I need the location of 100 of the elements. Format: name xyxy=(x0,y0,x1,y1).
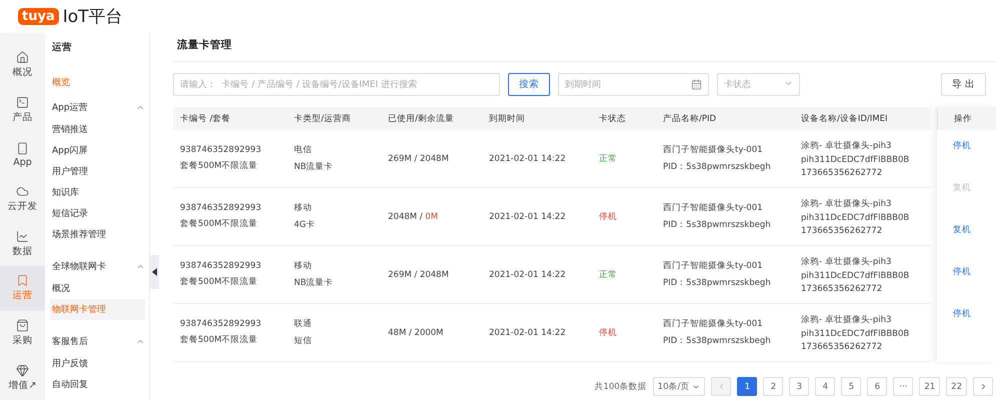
menu-group-title[interactable]: 客服售后 xyxy=(52,335,88,348)
chevron-up-icon[interactable] xyxy=(136,337,145,346)
collapse-handle[interactable] xyxy=(150,255,159,289)
menu-item[interactable]: 营销推送 xyxy=(50,119,145,140)
menu-group-title[interactable]: App运营 xyxy=(52,101,88,114)
export-button[interactable]: 导 出 xyxy=(940,73,986,96)
traffic-usage: 48M / 2000M xyxy=(388,328,444,338)
page-button[interactable]: ··· xyxy=(893,377,914,396)
carrier: 移动 xyxy=(294,202,313,214)
chevron-down-icon xyxy=(784,79,793,88)
total-count: 共100条数据 xyxy=(594,380,647,392)
section-title: 运营 xyxy=(52,41,73,55)
product-name: 西门子智能摄像头ty-001 xyxy=(663,144,764,156)
column-header: 到期时间 xyxy=(482,107,592,130)
page-button[interactable]: 2 xyxy=(763,377,784,396)
page-button[interactable]: 21 xyxy=(919,377,940,396)
search-field[interactable]: 请输入： 卡编号 / 产品编号 / 设备编号/设备IMEI 进行搜索 xyxy=(173,73,500,96)
plan-name: 套餐500M不限流量 xyxy=(180,160,259,172)
product-pid: PID：5s38pwmrszskbegh xyxy=(663,335,772,347)
menu-item[interactable]: 场景推荐管理 xyxy=(50,224,145,245)
date-field[interactable]: 到期时间 xyxy=(558,73,709,96)
traffic-usage: 269M / 2048M xyxy=(388,270,450,280)
nav-rail-item[interactable]: 产品 xyxy=(0,88,45,132)
card-status: 停机 xyxy=(599,326,618,338)
device-name: 涂鸦- 卓壮摄像头-pih3 xyxy=(801,198,892,210)
card-number: 938746352892993 xyxy=(180,145,262,155)
nav-rail-item[interactable]: 采购 xyxy=(0,310,45,356)
chevron-up-icon[interactable] xyxy=(136,103,145,112)
product-pid: PID：5s38pwmrszskbegh xyxy=(663,219,772,231)
device-imei: 173665356262772 xyxy=(801,168,884,178)
card-type: NB流量卡 xyxy=(294,161,334,173)
home-icon xyxy=(16,51,29,64)
caret-left-icon xyxy=(152,268,158,276)
nav-rail-item[interactable]: 数据 xyxy=(0,222,45,266)
traffic-usage: 269M / 2048M xyxy=(388,154,450,164)
expiry-time: 2021-02-01 14:22 xyxy=(489,154,567,164)
device-imei: 173665356262772 xyxy=(801,284,884,294)
chart-icon xyxy=(16,230,29,243)
device-name: 涂鸦- 卓壮摄像头-pih3 xyxy=(801,140,892,152)
device-imei: 173665356262772 xyxy=(801,226,884,236)
action-link[interactable]: 停机 xyxy=(953,266,996,278)
device-name: 涂鸦- 卓壮摄像头-pih3 xyxy=(801,314,892,326)
page-button[interactable]: 4 xyxy=(815,377,836,396)
menu-item[interactable]: 概况 xyxy=(50,278,145,299)
page-button[interactable]: 5 xyxy=(841,377,862,396)
menu-item[interactable]: 知识库 xyxy=(50,182,145,203)
column-header: 操作 xyxy=(937,107,996,130)
status-select[interactable]: 卡状态 xyxy=(717,73,800,96)
logo: tuya xyxy=(18,8,59,25)
menu-group-title[interactable]: 全球物联网卡 xyxy=(52,260,106,273)
calendar-icon xyxy=(691,79,702,90)
plan-name: 套餐500M不限流量 xyxy=(180,276,259,288)
traffic-usage: 2048M / 0M xyxy=(388,212,439,222)
column-header: 卡状态 xyxy=(592,107,656,130)
card-status: 正常 xyxy=(599,152,618,164)
cloud-icon xyxy=(16,185,29,198)
nav-rail-item[interactable]: App xyxy=(0,132,45,177)
page-size-select[interactable]: 10条/页 xyxy=(652,377,706,396)
device-id: pih311DcEDC7dfFlBBB0B xyxy=(801,328,910,338)
device-id: pih311DcEDC7dfFlBBB0B xyxy=(801,212,910,222)
page-button[interactable]: 1 xyxy=(737,377,758,396)
column-header: 卡编号 /套餐 xyxy=(173,107,287,130)
action-link[interactable]: 停机 xyxy=(953,140,996,152)
column-header: 设备名称/设备ID/IMEI xyxy=(794,107,931,130)
phone-icon xyxy=(16,142,29,155)
product-name: 西门子智能摄像头ty-001 xyxy=(663,260,764,272)
nav-rail-item[interactable]: 概况 xyxy=(0,43,45,88)
column-header: 产品名称/PID xyxy=(656,107,794,130)
column-header: 已使用/剩余流量 xyxy=(381,107,482,130)
app-title: IoT平台 xyxy=(62,6,123,28)
card-status: 正常 xyxy=(599,268,618,280)
card-number: 938746352892993 xyxy=(180,203,262,213)
terminal-icon xyxy=(16,96,29,109)
expiry-time: 2021-02-01 14:22 xyxy=(489,328,567,338)
device-imei: 173665356262772 xyxy=(801,342,884,352)
carrier: 联通 xyxy=(294,318,313,330)
nav-rail-item[interactable]: 云开发 xyxy=(0,176,45,222)
menu-item[interactable]: 用户管理 xyxy=(50,161,145,182)
card-status: 停机 xyxy=(599,210,618,222)
card-number: 938746352892993 xyxy=(180,261,262,271)
page-button[interactable]: 6 xyxy=(867,377,888,396)
menu-item[interactable]: App闪屏 xyxy=(50,140,145,161)
page-button[interactable]: 22 xyxy=(946,377,967,396)
product-pid: PID：5s38pwmrszskbegh xyxy=(663,161,772,173)
carrier: 电信 xyxy=(294,144,313,156)
card-type: 4G卡 xyxy=(294,219,316,231)
plan-name: 套餐500M不限流量 xyxy=(180,334,259,346)
action-link[interactable]: 复机 xyxy=(953,224,996,236)
menu-item[interactable]: 用户反馈 xyxy=(50,353,145,374)
action-link[interactable]: 停机 xyxy=(953,308,996,320)
menu-item[interactable]: 短信记录 xyxy=(50,203,145,224)
menu-item[interactable]: 自动回复 xyxy=(50,374,145,395)
chevron-up-icon[interactable] xyxy=(136,262,145,271)
product-pid: PID：5s38pwmrszskbegh xyxy=(663,277,772,289)
column-header: 卡类型/运营商 xyxy=(287,107,381,130)
bookmark-icon xyxy=(16,274,29,288)
search-button[interactable]: 搜索 xyxy=(508,73,550,96)
page-title: 流量卡管理 xyxy=(173,33,996,62)
nav-rail-item[interactable]: 增值↗ xyxy=(0,355,45,400)
page-button[interactable]: 3 xyxy=(789,377,810,396)
